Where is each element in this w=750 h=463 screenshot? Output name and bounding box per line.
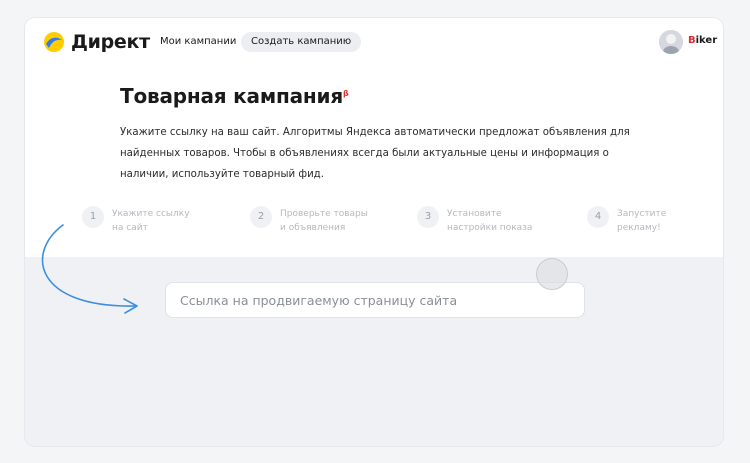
avatar[interactable]	[659, 30, 683, 54]
beta-badge: β	[343, 89, 349, 98]
cursor-highlight	[536, 258, 568, 290]
nav-my-campaigns[interactable]: Мои кампании	[160, 32, 236, 52]
step-number: 3	[417, 206, 439, 228]
user-avatar-icon	[659, 30, 683, 54]
step-number: 4	[587, 206, 609, 228]
username[interactable]: Biker	[688, 35, 717, 46]
app-window: Директ Мои кампании Создать кампанию Bik…	[25, 18, 723, 446]
logo-text: Директ	[71, 31, 150, 53]
step-label: Проверьте товары и объявления	[280, 209, 368, 233]
step-number: 2	[250, 206, 272, 228]
step-1: 1 Укажите ссылку на сайт	[82, 206, 202, 235]
step-label: Укажите ссылку на сайт	[112, 209, 190, 233]
step-label: Запустите рекламу!	[617, 209, 667, 233]
direct-logo[interactable]: Директ	[43, 28, 150, 56]
step-2: 2 Проверьте товары и объявления	[250, 206, 370, 235]
campaign-header-area: Директ Мои кампании Создать кампанию Bik…	[25, 18, 723, 257]
nav-create-campaign[interactable]: Создать кампанию	[241, 32, 362, 52]
site-url-input[interactable]	[165, 282, 585, 318]
step-3: 3 Установите настройки показа	[417, 206, 537, 235]
direct-logo-icon	[44, 32, 64, 52]
page-title: Товарная кампания	[120, 84, 343, 108]
step-label: Установите настройки показа	[447, 209, 533, 233]
step-4: 4 Запустите рекламу!	[587, 206, 707, 235]
page-description: Укажите ссылку на ваш сайт. Алгоритмы Ян…	[120, 127, 630, 180]
step-number: 1	[82, 206, 104, 228]
